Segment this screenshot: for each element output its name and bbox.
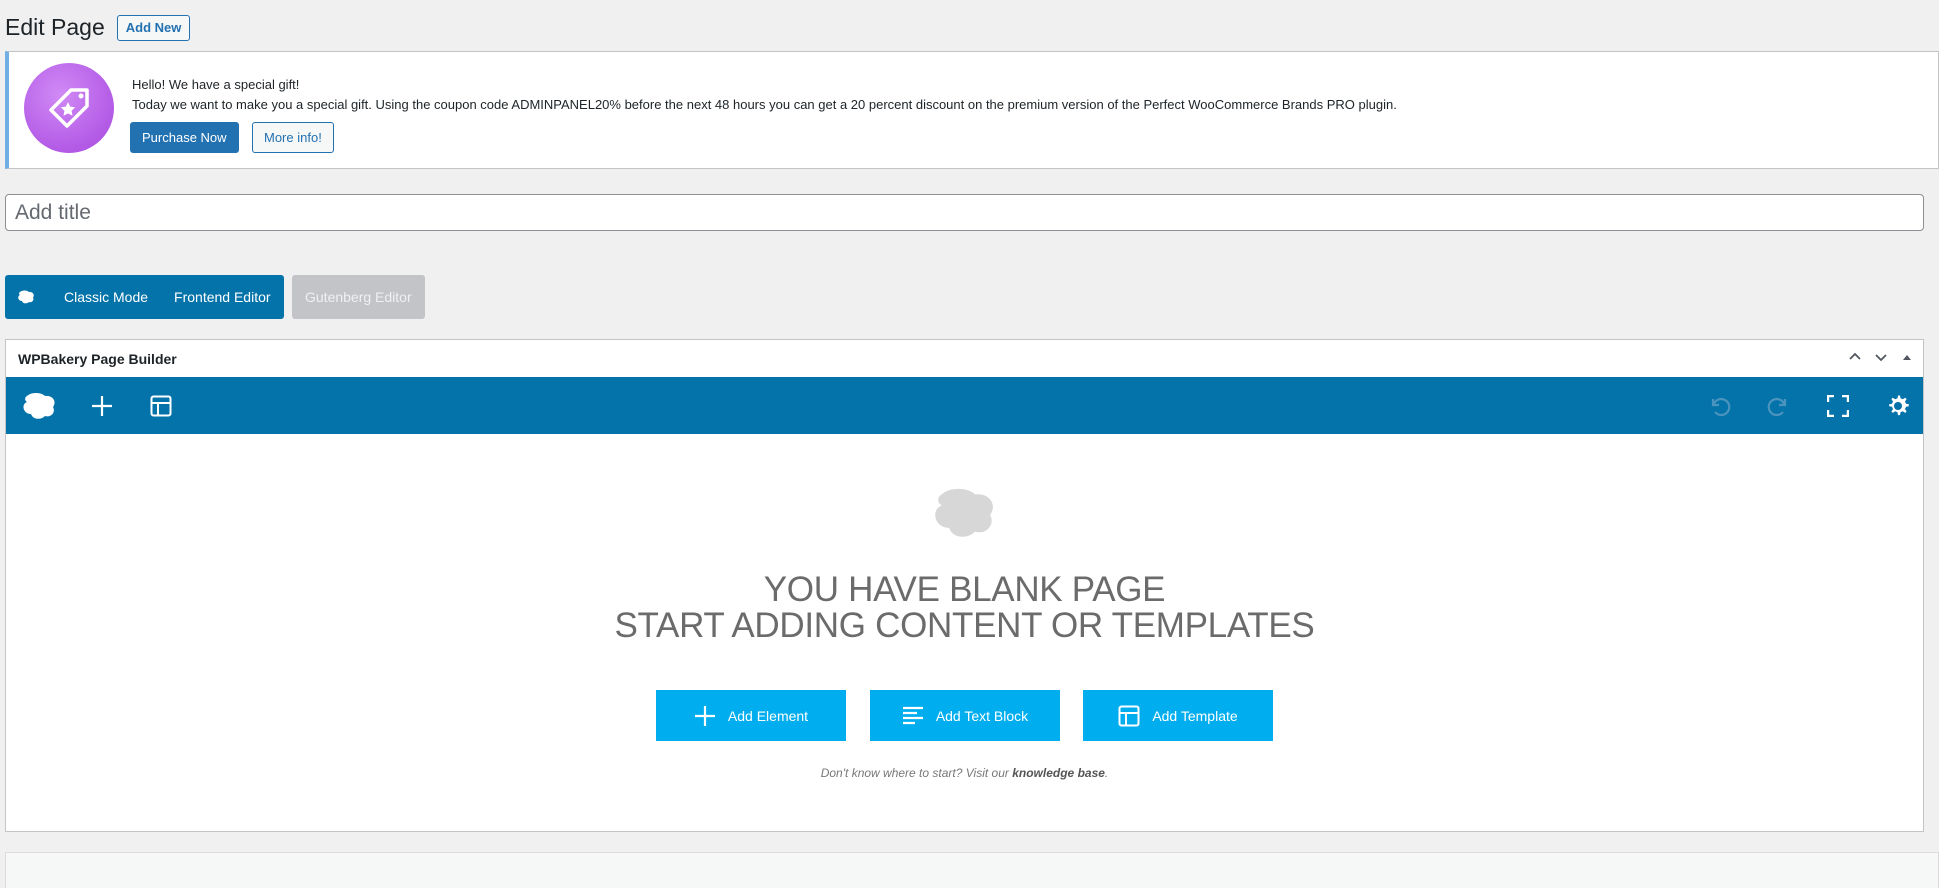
empty-state-line-2: START ADDING CONTENT OR TEMPLATES	[614, 606, 1315, 645]
text-lines-icon	[902, 705, 924, 727]
empty-state-heading: YOU HAVE BLANK PAGE START ADDING CONTENT…	[6, 572, 1923, 644]
wpbakery-panel-header: WPBakery Page Builder	[6, 340, 1923, 377]
move-down-icon[interactable]	[1873, 349, 1889, 368]
classic-mode-button[interactable]: Classic Mode	[51, 275, 161, 319]
add-text-block-label: Add Text Block	[935, 707, 1029, 724]
wpbakery-logo-icon[interactable]	[20, 393, 58, 419]
editor-switch: Classic Mode Frontend Editor	[5, 275, 284, 319]
wpbakery-panel-title: WPBakery Page Builder	[18, 350, 177, 367]
collapse-toggle-icon[interactable]	[1899, 349, 1915, 368]
wpbakery-empty-state: YOU HAVE BLANK PAGE START ADDING CONTENT…	[6, 434, 1923, 831]
page-title: Edit Page	[5, 14, 105, 40]
notice-body: Today we want to make you a special gift…	[132, 97, 1397, 112]
gutenberg-editor-button[interactable]: Gutenberg Editor	[292, 275, 425, 319]
add-element-plus-icon[interactable]	[89, 393, 115, 419]
purchase-now-button[interactable]: Purchase Now	[130, 122, 239, 153]
templates-icon[interactable]	[148, 393, 174, 419]
plus-icon	[694, 705, 716, 727]
wpbakery-logo-icon	[18, 290, 34, 304]
move-up-icon[interactable]	[1847, 349, 1863, 368]
add-template-button[interactable]: Add Template	[1083, 690, 1273, 741]
help-text: Don't know where to start? Visit our kno…	[820, 766, 1109, 780]
wpbakery-placeholder-logo-icon	[935, 488, 993, 537]
add-new-button[interactable]: Add New	[116, 14, 191, 41]
post-title-input[interactable]	[5, 194, 1924, 231]
undo-icon[interactable]	[1706, 393, 1732, 419]
settings-gear-icon[interactable]	[1885, 393, 1911, 419]
wpbakery-toolbar	[6, 377, 1923, 434]
notice-title: Hello! We have a special gift!	[132, 77, 300, 92]
frontend-editor-button[interactable]: Frontend Editor	[161, 275, 284, 319]
add-element-button[interactable]: Add Element	[656, 690, 846, 741]
add-element-label: Add Element	[727, 707, 809, 724]
template-icon	[1118, 705, 1140, 727]
add-text-block-button[interactable]: Add Text Block	[870, 690, 1060, 741]
next-metabox	[5, 852, 1939, 888]
tag-star-icon	[24, 63, 114, 153]
page-header: Edit Page Add New	[5, 14, 191, 41]
empty-state-line-1: YOU HAVE BLANK PAGE	[763, 570, 1166, 609]
more-info-button[interactable]: More info!	[252, 122, 334, 153]
fullscreen-icon[interactable]	[1825, 393, 1851, 419]
wpbakery-panel: WPBakery Page Builder YOU HAVE BLANK PAG…	[5, 339, 1924, 832]
add-template-label: Add Template	[1152, 707, 1238, 724]
knowledge-base-link[interactable]: knowledge base	[1012, 766, 1105, 780]
redo-icon[interactable]	[1766, 393, 1792, 419]
promo-notice: Hello! We have a special gift! Today we …	[5, 51, 1939, 169]
